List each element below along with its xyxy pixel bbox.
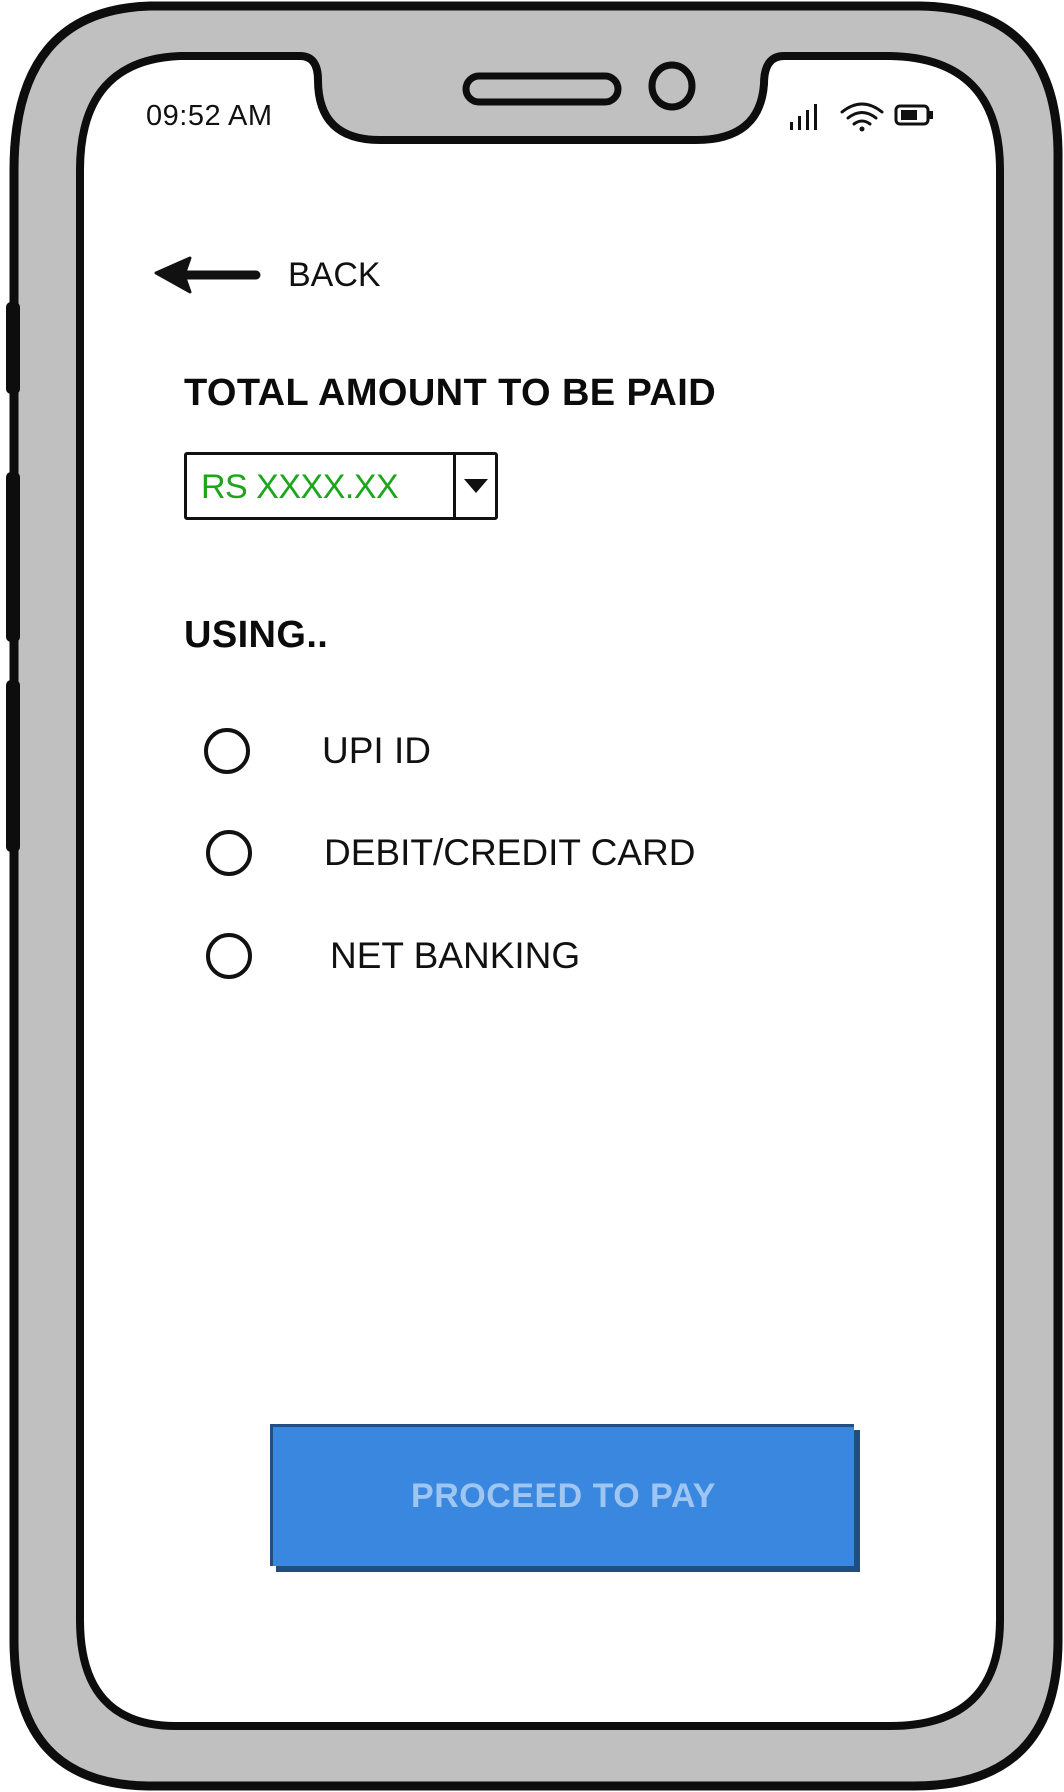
wifi-icon bbox=[840, 102, 884, 132]
payment-option-upi[interactable]: UPI ID bbox=[204, 723, 764, 779]
payment-option-label: DEBIT/CREDIT CARD bbox=[324, 832, 696, 873]
total-amount-heading: TOTAL AMOUNT TO BE PAID bbox=[184, 372, 717, 414]
payment-option-card[interactable]: DEBIT/CREDIT CARD bbox=[206, 825, 766, 881]
chevron-down-icon[interactable] bbox=[463, 477, 489, 495]
amount-value: RS XXXX.XX bbox=[201, 468, 399, 506]
payment-option-label: NET BANKING bbox=[330, 935, 581, 976]
status-icons bbox=[790, 102, 933, 132]
amount-dropdown[interactable]: RS XXXX.XX bbox=[184, 452, 498, 520]
signal-icon bbox=[790, 104, 817, 130]
proceed-to-pay-button[interactable]: PROCEED TO PAY bbox=[270, 1424, 854, 1566]
dropdown-divider bbox=[453, 455, 456, 517]
radio-button-netbanking[interactable] bbox=[206, 933, 252, 979]
payment-option-label: UPI ID bbox=[322, 730, 431, 771]
payment-method-heading: USING.. bbox=[184, 614, 329, 656]
status-time: 09:52 AM bbox=[146, 100, 273, 132]
radio-button-upi[interactable] bbox=[204, 728, 250, 774]
back-button[interactable]: BACK bbox=[152, 250, 381, 300]
battery-icon bbox=[894, 104, 933, 126]
arrow-left-icon bbox=[154, 256, 261, 294]
back-label: BACK bbox=[288, 255, 381, 294]
radio-button-card[interactable] bbox=[206, 830, 252, 876]
proceed-label: PROCEED TO PAY bbox=[411, 1477, 716, 1515]
payment-option-netbanking[interactable]: NET BANKING bbox=[206, 928, 766, 984]
